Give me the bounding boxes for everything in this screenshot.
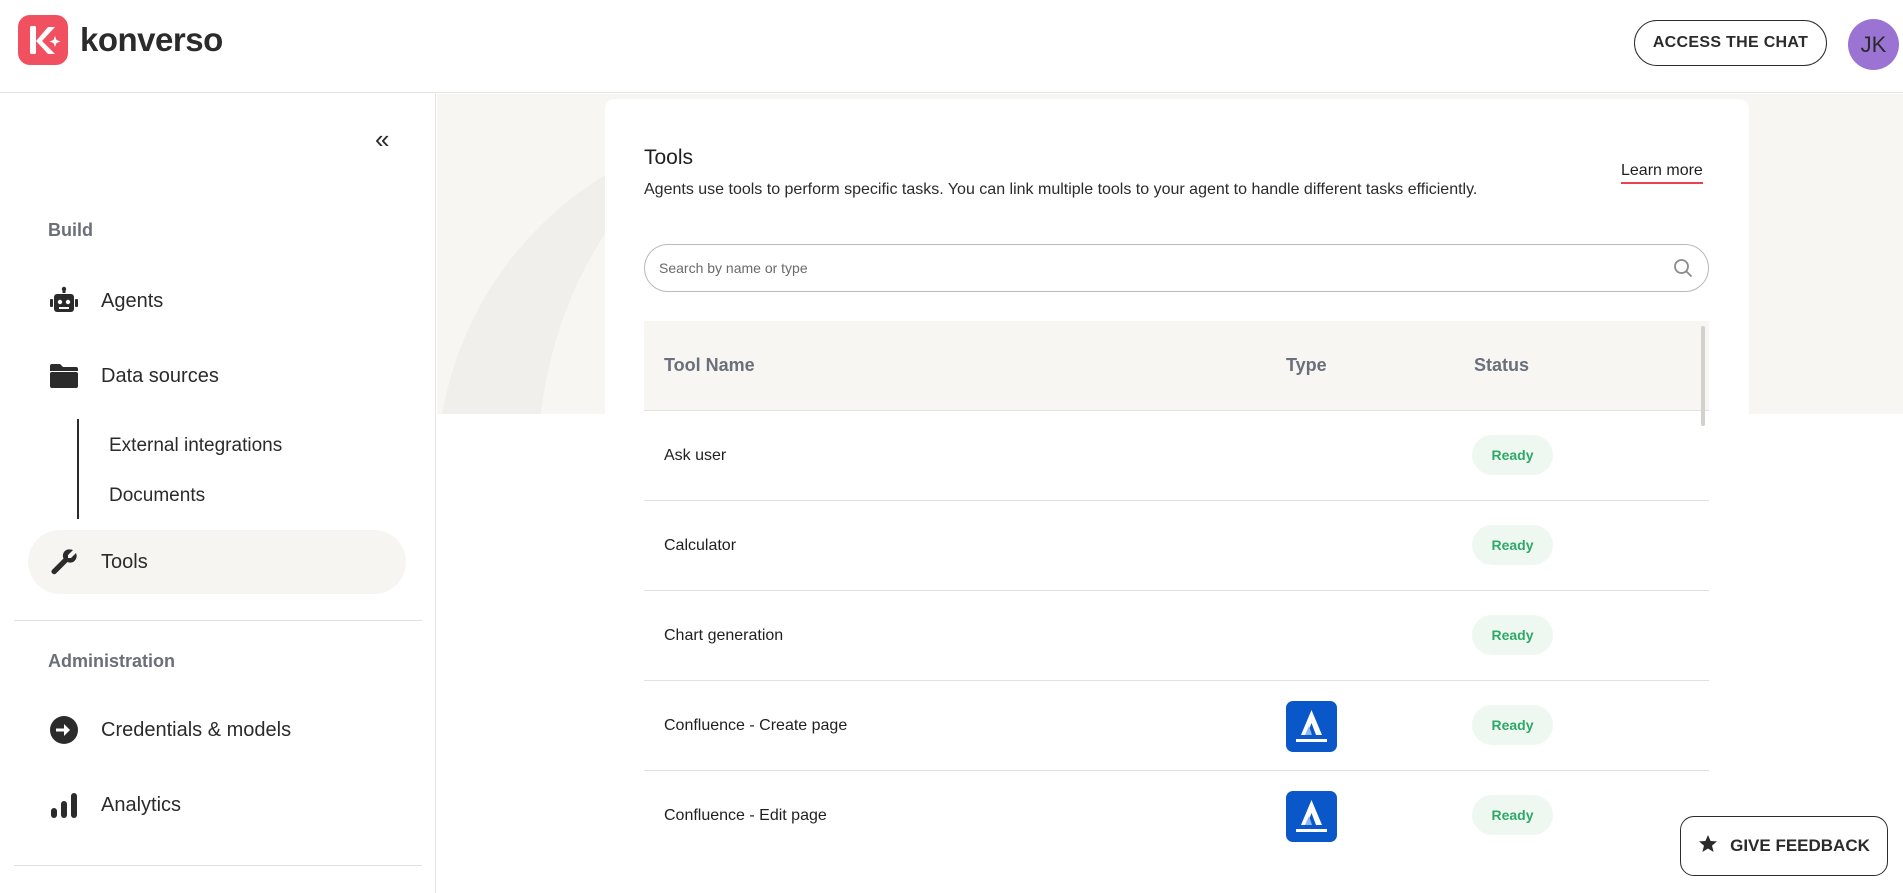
- sidebar-item-label: Data sources: [101, 364, 219, 387]
- arrow-circle-icon: [48, 714, 80, 746]
- sidebar-item-label: Tools: [101, 550, 148, 573]
- tools-table: Tool Name Type Status Ask user Ready Cal…: [644, 321, 1709, 861]
- avatar[interactable]: JK: [1848, 19, 1899, 70]
- search-icon[interactable]: [1672, 257, 1694, 279]
- tool-name: Confluence - Edit page: [664, 807, 827, 824]
- tool-name: Chart generation: [664, 627, 784, 644]
- sidebar-divider: [14, 620, 422, 621]
- give-feedback-label: GIVE FEEDBACK: [1730, 836, 1870, 855]
- tool-name: Ask user: [664, 447, 727, 464]
- section-title-administration: Administration: [48, 651, 176, 671]
- robot-icon: [48, 285, 80, 317]
- sidebar-item-agents[interactable]: Agents: [28, 269, 406, 333]
- status-badge: Ready: [1472, 795, 1553, 835]
- atlassian-icon: [1286, 791, 1337, 842]
- page-title: Tools: [644, 146, 694, 169]
- status-badge: Ready: [1472, 435, 1553, 475]
- sidebar-item-label: Agents: [101, 289, 164, 312]
- column-header-status[interactable]: Status: [1474, 355, 1529, 376]
- sidebar-divider: [14, 865, 422, 866]
- status-badge: Ready: [1472, 525, 1553, 565]
- sidebar: « Build Agents Data sources External int…: [0, 94, 436, 893]
- brand-name: konverso: [80, 21, 223, 58]
- page-description: Agents use tools to perform specific tas…: [644, 181, 1478, 198]
- table-row[interactable]: Confluence - Create page Ready: [644, 681, 1709, 771]
- sidebar-item-label: Analytics: [101, 793, 182, 816]
- sidebar-item-documents[interactable]: Documents: [109, 485, 205, 507]
- tool-name: Calculator: [664, 537, 737, 554]
- status-badge: Ready: [1472, 615, 1553, 655]
- sidebar-item-label: Credentials & models: [101, 718, 292, 741]
- table-row[interactable]: Calculator Ready: [644, 501, 1709, 591]
- konverso-logo-icon: [18, 15, 68, 65]
- column-header-type[interactable]: Type: [1286, 355, 1327, 376]
- column-header-tool-name[interactable]: Tool Name: [664, 355, 755, 376]
- search-box[interactable]: [644, 244, 1709, 292]
- search-input[interactable]: [659, 260, 1672, 276]
- brand-logo[interactable]: konverso: [18, 15, 223, 65]
- access-chat-button[interactable]: ACCESS THE CHAT: [1634, 20, 1827, 66]
- sub-nav-line: [77, 419, 79, 519]
- bar-chart-icon: [48, 789, 80, 821]
- atlassian-icon: [1286, 701, 1337, 752]
- top-bar: konverso ACCESS THE CHAT JK: [0, 0, 1903, 93]
- table-header: Tool Name Type Status: [644, 321, 1709, 426]
- sidebar-item-analytics[interactable]: Analytics: [28, 773, 406, 837]
- status-badge: Ready: [1472, 705, 1553, 745]
- star-icon: [1698, 834, 1718, 859]
- sidebar-item-tools[interactable]: Tools: [28, 530, 406, 594]
- wrench-icon: [48, 546, 80, 578]
- table-row[interactable]: Chart generation Ready: [644, 591, 1709, 681]
- sidebar-item-external-integrations[interactable]: External integrations: [109, 435, 282, 457]
- table-row[interactable]: Ask user Ready: [644, 411, 1709, 501]
- collapse-sidebar-icon[interactable]: «: [375, 126, 389, 152]
- learn-more-link[interactable]: Learn more: [1621, 162, 1703, 184]
- sidebar-item-credentials-models[interactable]: Credentials & models: [28, 698, 406, 762]
- tool-name: Confluence - Create page: [664, 717, 848, 734]
- tools-card: Tools Agents use tools to perform specif…: [605, 99, 1749, 893]
- section-title-build: Build: [48, 220, 93, 240]
- folder-icon: [48, 360, 80, 392]
- table-row[interactable]: Confluence - Edit page Ready: [644, 771, 1709, 861]
- give-feedback-button[interactable]: GIVE FEEDBACK: [1680, 816, 1888, 876]
- sidebar-item-data-sources[interactable]: Data sources: [28, 344, 406, 408]
